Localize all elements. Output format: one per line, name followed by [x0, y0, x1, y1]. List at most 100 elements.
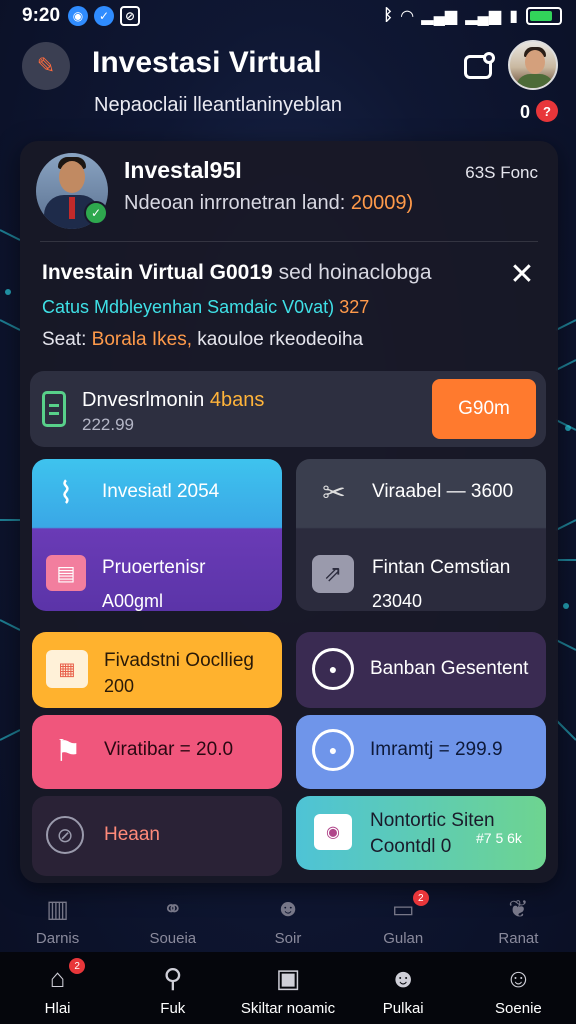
investment-row[interactable]: Dnvesrlmonin 4bans 222.99 G90m	[30, 371, 546, 447]
sec-tab-soir[interactable]: ☻ Soir	[230, 886, 345, 952]
target-icon: ●	[312, 648, 354, 690]
sec-tab-ranat[interactable]: ❦ Ranat	[461, 886, 576, 952]
disc-icon: ●	[312, 729, 354, 771]
wallet-icon	[42, 391, 66, 427]
wifi-icon: ◠	[400, 8, 414, 25]
info-line3-highlight: Borala Ikes,	[91, 329, 192, 350]
tile-label: Fintan Cemstian	[372, 557, 511, 578]
paperclip-icon: ⌇	[58, 476, 74, 510]
info-line2-value: 327	[339, 297, 370, 317]
profile-meta: 63S Fonc	[465, 163, 538, 182]
notification-badge[interactable]: ?	[536, 100, 558, 122]
tile-value: Coontdl 0	[370, 836, 452, 857]
scissors-icon: ✂	[322, 476, 346, 508]
bottom-nav: ⌂ 2 Hlai ⚲ Fuk ▣ Skiltar noamic ☻ Pulkai…	[0, 952, 576, 1024]
sec-tab-label: Soir	[274, 930, 302, 947]
tile-label: Imramtj = 299.9	[370, 739, 503, 760]
secondary-tabs: ▥ Darnis ⚭ Soueia ☻ Soir ▭ 2 Gulan ❦ Ran…	[0, 886, 576, 952]
info-line3-rest: kaouloe rkeodeoiha	[191, 329, 364, 350]
trash-icon: ▥	[46, 895, 69, 923]
profile-section: ✓ Investal95I Ndeoan inrronetran land: 2…	[20, 141, 558, 241]
search-icon: ⚲	[163, 962, 183, 993]
tile-extra: #7 5 6k	[476, 830, 522, 846]
profile-desc-prefix: Ndeoan inrronetran land:	[124, 192, 351, 214]
tile-value: A00gml	[102, 591, 164, 611]
tile-label: Heaan	[104, 824, 160, 845]
info-title: Investain Virtual G0019 sed hoinaclobga	[42, 261, 432, 285]
flag-icon: ⚑	[54, 734, 82, 768]
profile-description: Ndeoan inrronetran land: 20009)	[124, 192, 413, 215]
tile-label: Viratibar = 20.0	[104, 739, 234, 760]
tile-value: 200	[104, 676, 135, 696]
info-line-3: Seat: Borala Ikes, kaouloe rkeodeoiha	[42, 329, 363, 351]
nav-badge: 2	[69, 958, 86, 974]
sec-tab-soueia[interactable]: ⚭ Soueia	[115, 886, 230, 952]
tile-label: Fivadstni Oocllieg	[104, 650, 254, 671]
nav-home[interactable]: ⌂ 2 Hlai	[0, 952, 115, 1024]
briefcase-icon: ◉	[314, 814, 352, 850]
nav-label: Soenie	[495, 1000, 542, 1017]
tile-investment[interactable]: ⌇ Invesiatl 2054 ▤ Pruoertenisr A00gml	[32, 459, 282, 611]
investment-title-value: 4bans	[209, 389, 265, 411]
edit-icon[interactable]: ✎	[22, 42, 70, 90]
ticket-icon: ▤	[46, 555, 86, 591]
user-icon: ☻	[275, 895, 301, 922]
close-button[interactable]: ✕	[506, 259, 538, 291]
tile-fivadstni[interactable]: ▦ Fivadstni Oocllieg 200	[32, 632, 282, 708]
tile-imramtj[interactable]: ● Imramtj = 299.9	[296, 715, 546, 789]
info-block: Investain Virtual G0019 sed hoinaclobga …	[20, 253, 558, 363]
go-button[interactable]: G90m	[432, 379, 536, 439]
sim-icon: ▮	[509, 8, 518, 25]
tile-value: 23040	[372, 591, 423, 611]
calendar-icon: ▦	[46, 650, 88, 688]
nav-label: Skiltar noamic	[240, 1000, 336, 1017]
nav-person[interactable]: ☻ Pulkai	[346, 952, 461, 1024]
info-title-rest: sed hoinaclobga	[278, 261, 432, 284]
status-bar: 9:20 ◉ ✓ ⊘ ᛒ ◠ ▂▄▆ ▂▄▆ ▮	[0, 0, 576, 32]
tile-label: Banban Gesentent	[370, 658, 529, 679]
app-title: Investasi Virtual	[92, 46, 322, 79]
tile-viratibar[interactable]: ⚑ Viratibar = 20.0	[32, 715, 282, 789]
tile-label: Viraabel — 3600	[372, 481, 514, 502]
cancel-icon: ⊘	[46, 816, 84, 854]
no-disturb-icon: ⊘	[120, 6, 141, 26]
nav-profile[interactable]: ☺ Soenie	[461, 952, 576, 1024]
divider	[40, 241, 538, 242]
tile-heaan[interactable]: ⊘ Heaan	[32, 796, 282, 876]
investment-title-text: Dnvesrlmonin	[82, 389, 205, 411]
share-icon: ⚭	[162, 895, 183, 923]
tile-label: Nontortic Siten	[370, 810, 495, 831]
window-icon: ▣	[275, 962, 301, 993]
app-subtitle: Nepaoclaii lleantlaninyeblan	[94, 94, 342, 116]
status-time: 9:20	[22, 5, 61, 26]
info-line3-prefix: Seat:	[42, 329, 92, 350]
sec-tab-label: Ranat	[498, 930, 539, 947]
investment-title: Dnvesrlmonin 4bans	[82, 389, 264, 412]
tile-banban[interactable]: ● Banban Gesentent	[296, 632, 546, 708]
sec-tab-darnis[interactable]: ▥ Darnis	[0, 886, 115, 952]
tile-label: Pruoertenisr	[102, 557, 206, 578]
profile-name: Investal95I	[124, 157, 242, 183]
avatar[interactable]	[508, 40, 558, 90]
verified-icon: ✓	[84, 201, 108, 225]
nav-window[interactable]: ▣ Skiltar noamic	[230, 952, 345, 1024]
header: ✎ Investasi Virtual Nepaoclaii lleantlan…	[22, 40, 558, 124]
investment-amount: 222.99	[82, 415, 134, 434]
tile-nontortic[interactable]: ◉ Nontortic Siten Coontdl 0 #7 5 6k	[296, 796, 546, 870]
sec-tab-label: Darnis	[35, 930, 80, 947]
info-line-2: Catus Mdbleyenhan Samdaic V0vat) 327	[42, 297, 369, 318]
signal-2-icon: ▂▄▆	[465, 8, 502, 25]
sec-tab-badge: 2	[412, 890, 429, 906]
main-card: ✓ Investal95I Ndeoan inrronetran land: 2…	[20, 141, 558, 883]
signal-icon: ▂▄▆	[421, 8, 458, 25]
nav-label: Pulkai	[382, 1000, 424, 1017]
share-box-icon: ⇗	[312, 555, 354, 593]
messenger-icon: ◉	[68, 6, 89, 26]
nav-search[interactable]: ⚲ Fuk	[115, 952, 230, 1024]
nav-label: Fuk	[160, 1000, 186, 1017]
sec-tab-gulan[interactable]: ▭ 2 Gulan	[346, 886, 461, 952]
tile-label: Invesiatl 2054	[102, 481, 220, 502]
chat-icon[interactable]	[460, 52, 496, 82]
info-title-bold: Investain Virtual G0019	[42, 261, 273, 284]
tile-variable[interactable]: ✂ Viraabel — 3600 ⇗ Fintan Cemstian 2304…	[296, 459, 546, 611]
